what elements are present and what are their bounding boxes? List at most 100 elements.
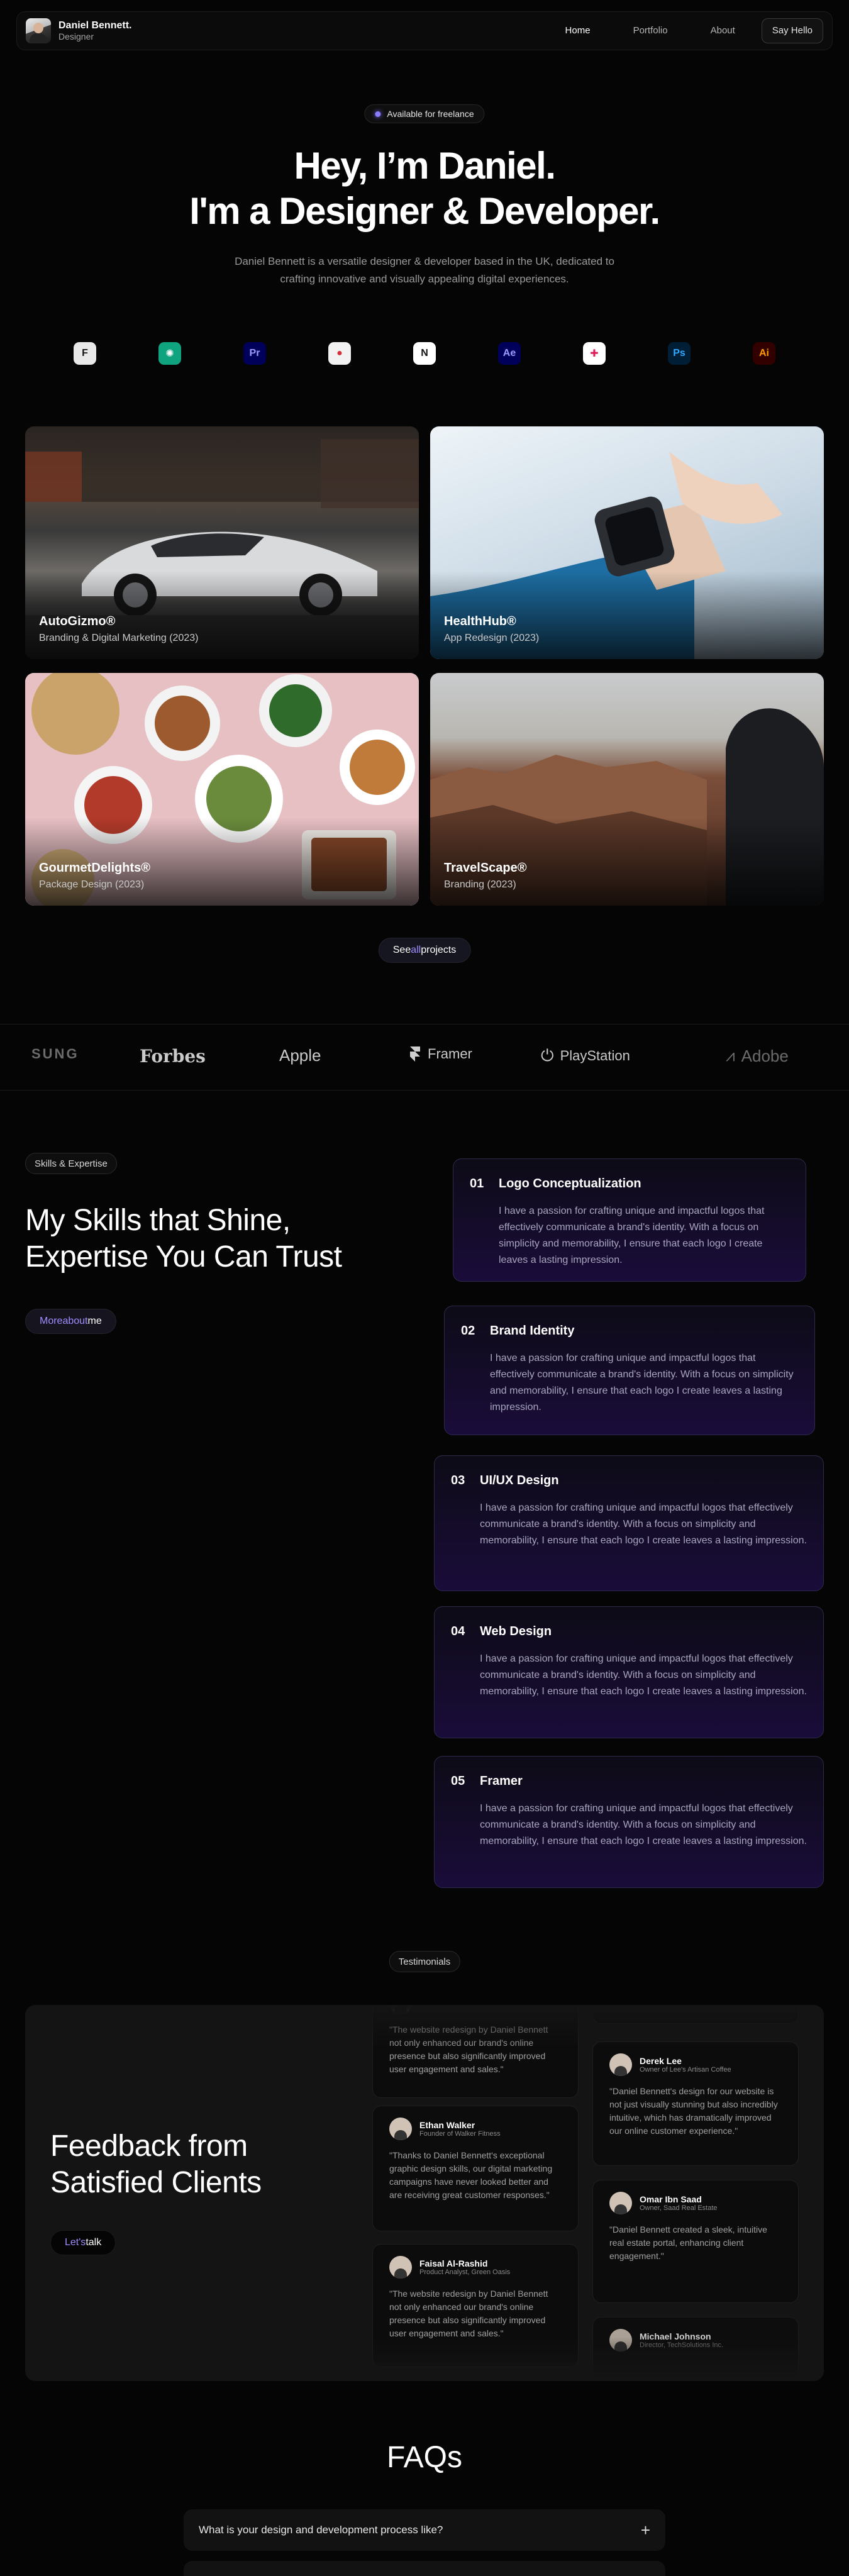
skills-title-line1: My Skills that Shine, [25,1204,291,1237]
skill-name: UI/UX Design [480,1474,559,1487]
page: Daniel Bennett. Designer Home Portfolio … [0,0,849,2576]
see-all-projects-button[interactable]: See all projects [378,938,471,963]
project-card-autogizmo[interactable]: AutoGizmo® Branding & Digital Marketing … [25,426,419,659]
davinci-icon[interactable]: ● [328,342,351,365]
project-subtitle: App Redesign (2023) [444,633,540,643]
avatar [26,18,51,43]
logo-framer: Framer [409,1046,472,1062]
project-title: GourmetDelights® [39,861,150,875]
faq-question: What is your design and development proc… [199,2524,443,2536]
skill-card: 02 Brand Identity I have a passion for cra… [444,1306,815,1435]
adobe-icon: ⩘ [726,1046,735,1065]
premiere-icon[interactable]: Pr [243,342,266,365]
skill-number: 04 [451,1624,465,1638]
playstation-icon: ⏻ [541,1046,554,1065]
top-navbar: Daniel Bennett. Designer Home Portfolio … [16,11,833,50]
after-effects-icon[interactable]: Ae [498,342,521,365]
notion-icon[interactable]: N [413,342,436,365]
skill-number: 03 [451,1474,465,1487]
testimonials-title: Feedback from Satisfied Clients [50,2128,262,2201]
project-subtitle: Package Design (2023) [39,879,145,890]
more-about-me-button[interactable]: More about me [25,1309,116,1334]
testimonial-card: Ethan Walker Founder of Walker Fitness "… [372,2106,579,2231]
hero-title-line2: I'm a Designer & Developer. [189,190,660,232]
skill-name: Logo Conceptualization [499,1177,641,1191]
skills-title: My Skills that Shine, Expertise You Can … [25,1202,342,1275]
testimonial-role: Owner of Lee's Artisan Coffee [640,2066,731,2074]
brand-role: Designer [58,31,94,42]
avatar [389,2256,412,2279]
testimonial-quote: "Daniel Bennett created a sleek, intuiti… [609,2224,767,2261]
project-subtitle: Branding (2023) [444,879,516,890]
nav-link-portfolio[interactable]: Portfolio [612,18,689,43]
availability-badge: Available for freelance [364,104,485,123]
skills-tag: Skills & Expertise [25,1153,117,1174]
testimonial-quote: "Thanks to Daniel Bennett's exceptional … [389,2150,553,2200]
skill-card: 04 Web Design I have a passion for craftin… [434,1606,824,1738]
testimonial-quote: "Daniel Bennett's design for our website… [609,2086,778,2136]
project-card-healthhub[interactable]: HealthHub® App Redesign (2023) [430,426,824,659]
hero-description: Daniel Bennett is a versatile designer &… [235,255,614,285]
skill-name: Brand Identity [490,1324,575,1338]
slack-icon[interactable]: ✚ [583,342,606,365]
skill-card: 01 Logo Conceptualization I have a passion… [453,1158,806,1282]
chatgpt-icon[interactable]: ✺ [158,342,181,365]
skill-number: 01 [470,1177,484,1191]
skill-number: 05 [451,1774,465,1788]
faq-item[interactable] [184,2561,665,2576]
lets-talk-button[interactable]: Let 's talk [50,2230,116,2255]
testimonial-quote: "The website redesign by Daniel Bennett … [389,2289,548,2338]
skill-number: 02 [461,1324,475,1338]
hero-title-line1: Hey, I’m Daniel. [294,145,556,187]
testimonial-name: Omar Ibn Saad [640,2194,702,2204]
skill-description: I have a passion for crafting unique and… [480,1502,807,1546]
testimonials-title-line1: Feedback from [50,2129,248,2163]
project-title: TravelScape® [444,861,527,875]
project-card-travelscape[interactable]: TravelScape® Branding (2023) [430,673,824,906]
skill-description: I have a passion for crafting unique and… [480,1803,807,1846]
skill-description: I have a passion for crafting unique and… [480,1653,807,1697]
logo-samsung: SUNG [31,1046,79,1062]
brand[interactable]: Daniel Bennett. Designer [26,18,131,43]
skill-card: 03 UI/UX Design I have a passion for craft… [434,1455,824,1591]
skill-description: I have a passion for crafting unique and… [499,1206,765,1265]
see-all-accent: all [411,945,421,955]
availability-text: Available for freelance [387,109,474,119]
skill-description: I have a passion for crafting unique and… [490,1353,794,1413]
logo-playstation: ⏻ PlayStation [541,1046,630,1065]
tools-row: F ✺ Pr ● N Ae ✚ Ps Ai [0,342,849,365]
faq-title: FAQs [386,2441,463,2474]
plus-icon: + [640,2520,650,2540]
faq-item[interactable]: What is your design and development proc… [184,2509,665,2551]
see-all-suffix: projects [421,945,457,955]
skills-title-line2: Expertise You Can Trust [25,1240,342,1274]
nav-link-about[interactable]: About [689,18,757,43]
nav-links: Home Portfolio About Say Hello [544,18,823,43]
say-hello-button[interactable]: Say Hello [761,18,823,43]
testimonials-title-line2: Satisfied Clients [50,2166,262,2199]
skill-name: Framer [480,1774,523,1788]
logo-adobe: ⩘ Adobe [726,1046,789,1065]
project-subtitle: Branding & Digital Marketing (2023) [39,633,199,643]
logo-forbes: Forbes [140,1046,206,1067]
status-dot-icon [375,111,381,117]
brand-name: Daniel Bennett. [58,20,132,31]
illustrator-icon[interactable]: Ai [753,342,775,365]
testimonial-role: Product Analyst, Green Oasis [419,2268,511,2276]
testimonial-role: Founder of Walker Fitness [419,2130,501,2138]
client-logos: SUNG Forbes Apple Framer ⏻ PlayStation ⩘… [0,1024,849,1091]
see-all-prefix: See [392,945,411,955]
testimonials-tag: Testimonials [389,1951,460,1972]
testimonial-card: Derek Lee Owner of Lee's Artisan Coffee … [592,2041,799,2166]
logo-apple: Apple [279,1046,321,1065]
framer-icon[interactable]: F [74,342,96,365]
project-card-gourmetdelights[interactable]: GourmetDelights® Package Design (2023) [25,673,419,906]
framer-logo-icon [410,1046,420,1062]
testimonial-card: Omar Ibn Saad Owner, Saad Real Estate "D… [592,2180,799,2303]
project-title: HealthHub® [444,614,516,628]
photoshop-icon[interactable]: Ps [668,342,691,365]
avatar [609,2192,632,2214]
nav-link-home[interactable]: Home [544,18,612,43]
testimonial-name: Derek Lee [640,2056,682,2066]
avatar [389,2118,412,2140]
